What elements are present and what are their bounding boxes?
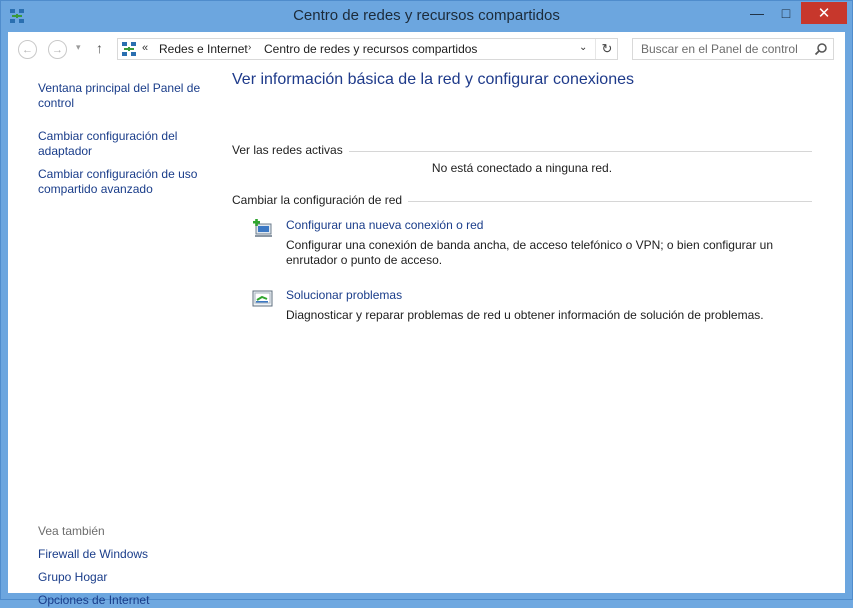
up-button[interactable]: ↑	[96, 40, 103, 56]
troubleshoot-icon	[252, 290, 273, 307]
title-bar[interactable]: Centro de redes y recursos compartidos —…	[1, 1, 852, 33]
navigation-bar: ← → ▾ ↑ « Redes e Internet › Centro de r…	[8, 32, 845, 66]
see-also-internet-options[interactable]: Opciones de Internet	[38, 593, 213, 608]
troubleshoot-description: Diagnosticar y reparar problemas de red …	[286, 308, 764, 322]
refresh-button[interactable]: ↻	[595, 39, 618, 59]
page-title: Ver información básica de la red y confi…	[232, 71, 634, 88]
active-networks-section: Ver las redes activas	[232, 143, 812, 157]
active-networks-heading: Ver las redes activas	[232, 143, 349, 157]
new-connection-icon	[253, 219, 272, 237]
address-bar[interactable]: « Redes e Internet › Centro de redes y r…	[117, 38, 618, 60]
sidebar-link-adapter-settings[interactable]: Cambiar configuración del adaptador	[38, 129, 213, 159]
change-settings-heading: Cambiar la configuración de red	[232, 193, 409, 207]
see-also-homegroup[interactable]: Grupo Hogar	[38, 570, 213, 585]
sidebar-link-control-panel-home[interactable]: Ventana principal del Panel de control	[38, 81, 213, 111]
search-input[interactable]: Buscar en el Panel de control	[641, 42, 798, 56]
breadcrumb-overflow[interactable]: «	[142, 42, 148, 54]
search-icon[interactable]	[814, 42, 828, 56]
network-location-icon	[122, 42, 136, 56]
breadcrumb-centro-redes[interactable]: Centro de redes y recursos compartidos	[264, 42, 477, 56]
new-connection-description: Configurar una conexión de banda ancha, …	[286, 238, 773, 267]
sidebar: Ventana principal del Panel de control C…	[8, 66, 218, 607]
address-dropdown-button[interactable]: ⌄	[579, 42, 587, 53]
breadcrumb-separator[interactable]: ›	[248, 42, 251, 53]
forward-button[interactable]: →	[48, 40, 67, 59]
change-settings-section: Cambiar la configuración de red	[232, 193, 812, 207]
new-connection-link[interactable]: Configurar una nueva conexión o red	[286, 218, 483, 232]
window: Centro de redes y recursos compartidos —…	[0, 0, 853, 607]
close-button[interactable]: ✕	[801, 2, 847, 24]
recent-locations-button[interactable]: ▾	[76, 42, 81, 53]
see-also-firewall[interactable]: Firewall de Windows	[38, 547, 213, 562]
back-button[interactable]: ←	[18, 40, 37, 59]
troubleshoot-link[interactable]: Solucionar problemas	[286, 288, 402, 302]
see-also-heading: Vea también	[38, 524, 105, 538]
breadcrumb-redes-internet[interactable]: Redes e Internet	[159, 42, 248, 56]
client-area: ← → ▾ ↑ « Redes e Internet › Centro de r…	[8, 32, 845, 607]
minimize-button[interactable]: —	[744, 2, 770, 24]
sidebar-link-sharing-settings[interactable]: Cambiar configuración de uso compartido …	[38, 167, 213, 197]
window-title: Centro de redes y recursos compartidos	[293, 7, 560, 24]
search-box[interactable]: Buscar en el Panel de control	[632, 38, 834, 60]
maximize-button[interactable]: □	[773, 2, 799, 24]
network-status-text: No está conectado a ninguna red.	[431, 161, 613, 175]
